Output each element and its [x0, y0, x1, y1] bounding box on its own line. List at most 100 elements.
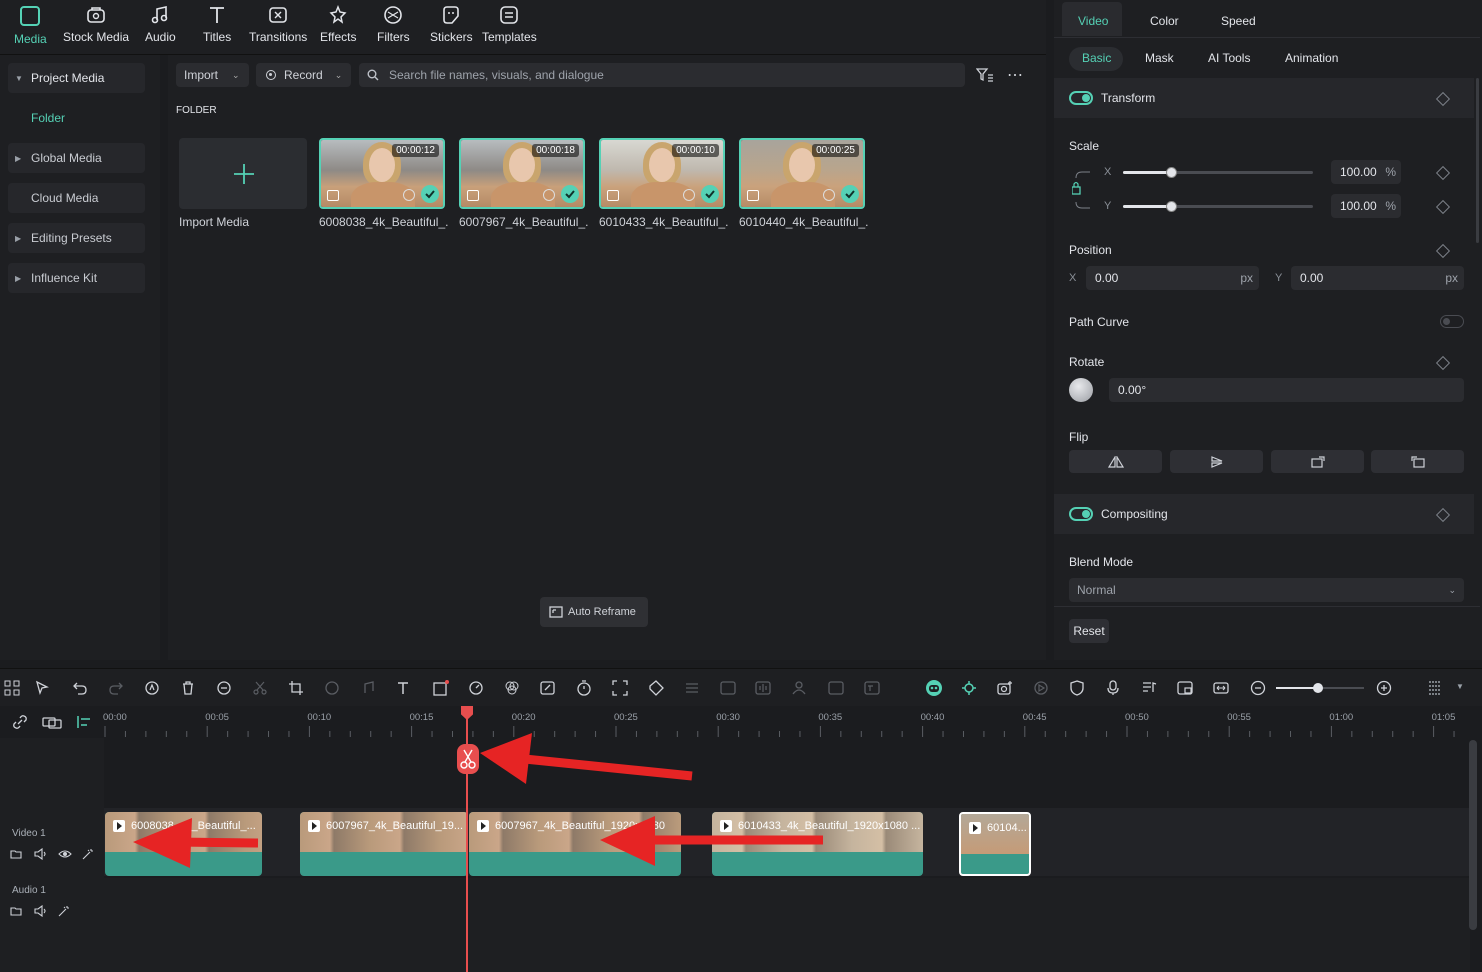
timeline-clip[interactable]: 6010433_4k_Beautiful_1920x1080 ...: [712, 812, 923, 876]
keyframe-diamond-icon[interactable]: [1435, 355, 1451, 371]
playhead-split-button[interactable]: [457, 744, 479, 774]
record-frame-icon[interactable]: [433, 680, 449, 696]
flip-vertical-button[interactable]: [1170, 450, 1263, 473]
filter-sort-icon[interactable]: [976, 67, 994, 83]
color-wheel-icon[interactable]: [504, 680, 520, 696]
ai-cut-icon[interactable]: [216, 680, 232, 696]
keyframe-diamond-icon[interactable]: [1435, 91, 1451, 107]
blend-mode-select[interactable]: Normal ⌄: [1069, 578, 1464, 602]
rotate-right-button[interactable]: [1271, 450, 1364, 473]
keyframe-tag-icon[interactable]: [648, 680, 664, 696]
tab-audio[interactable]: Audio: [145, 4, 176, 50]
focus-frame-icon[interactable]: [612, 680, 628, 696]
sidebar-item-folder[interactable]: Folder: [31, 111, 65, 125]
flip-horizontal-button[interactable]: [1069, 450, 1162, 473]
shield-icon[interactable]: [1069, 680, 1085, 696]
import-button[interactable]: Import ⌄: [176, 63, 249, 87]
speed-icon[interactable]: [468, 680, 484, 696]
tab-filters[interactable]: Filters: [377, 4, 410, 50]
media-thumbnail[interactable]: 00:00:25: [739, 138, 865, 209]
tab-stock-media[interactable]: Stock Media: [63, 4, 129, 50]
reset-button[interactable]: Reset: [1069, 619, 1109, 643]
sidebar-item-influence-kit[interactable]: ▶ Influence Kit: [8, 263, 145, 293]
tab-media[interactable]: Media: [14, 4, 47, 50]
keyframe-diamond-icon[interactable]: [1435, 243, 1451, 259]
fit-width-icon[interactable]: [1213, 680, 1229, 696]
transform-section-header[interactable]: Transform: [1054, 78, 1474, 118]
scale-x-knob[interactable]: [1165, 167, 1177, 178]
compositing-section-header[interactable]: Compositing: [1054, 494, 1474, 534]
ai-assistant-icon[interactable]: [925, 679, 943, 697]
ai-effects-icon[interactable]: [961, 680, 977, 696]
select-pointer-icon[interactable]: [35, 680, 51, 696]
ai-text-icon[interactable]: [720, 680, 736, 696]
view-options-icon[interactable]: [1428, 680, 1442, 696]
tab-color[interactable]: Color: [1150, 14, 1179, 28]
delete-trash-icon[interactable]: [180, 680, 196, 696]
timer-icon[interactable]: [576, 680, 592, 696]
magic-wand-icon[interactable]: [82, 848, 94, 860]
subtab-ai-tools[interactable]: AI Tools: [1208, 51, 1250, 65]
add-camera-icon[interactable]: [997, 680, 1013, 696]
keyframe-diamond-icon[interactable]: [1435, 507, 1451, 523]
music-list-icon[interactable]: [1141, 680, 1157, 696]
ai-edit-icon[interactable]: [540, 680, 556, 696]
timeline-ruler[interactable]: 00:00 00:05 00:10 00:15 00:20 00:25 00:30 00:35…: [0, 706, 1482, 738]
audio-wave-icon[interactable]: [755, 680, 771, 696]
tab-speed[interactable]: Speed: [1221, 14, 1256, 28]
adjust-sliders-icon[interactable]: [684, 680, 700, 696]
layout-grid-icon[interactable]: [4, 680, 20, 696]
tab-transitions[interactable]: Transitions: [249, 4, 307, 50]
scale-y-slider[interactable]: [1123, 201, 1313, 212]
media-thumbnail[interactable]: 00:00:10: [599, 138, 725, 209]
redo-icon[interactable]: [108, 680, 124, 696]
subtab-animation[interactable]: Animation: [1285, 51, 1338, 65]
media-thumbnail[interactable]: 00:00:12: [319, 138, 445, 209]
keyframe-diamond-icon[interactable]: [1435, 199, 1451, 215]
record-button[interactable]: Record ⌄: [256, 63, 351, 87]
sidebar-item-project-media[interactable]: ▼ Project Media: [8, 63, 145, 93]
panel-scrollbar[interactable]: [1476, 78, 1479, 243]
transform-toggle[interactable]: [1069, 91, 1093, 105]
translate-icon[interactable]: [864, 680, 880, 696]
sidebar-item-global-media[interactable]: ▶ Global Media: [8, 143, 145, 173]
motion-track-icon[interactable]: [791, 680, 807, 696]
scale-x-field[interactable]: 100.00 %: [1331, 160, 1401, 184]
timeline-clip[interactable]: 6007967_4k_Beautiful_1920x1080: [469, 812, 681, 876]
keyframe-diamond-icon[interactable]: [1435, 165, 1451, 181]
caret-down-icon[interactable]: ▼: [1456, 682, 1464, 691]
rotate-left-button[interactable]: [1371, 450, 1464, 473]
speaker-icon[interactable]: [34, 848, 48, 860]
color-match-icon[interactable]: [324, 680, 340, 696]
zoom-slider[interactable]: [1276, 683, 1364, 693]
tab-effects[interactable]: Effects: [320, 4, 356, 50]
search-input[interactable]: Search file names, visuals, and dialogue: [359, 63, 965, 87]
audio-track-lane[interactable]: [104, 878, 1470, 972]
undo-icon[interactable]: [72, 680, 88, 696]
tab-titles[interactable]: Titles: [203, 4, 231, 50]
crop-icon[interactable]: [288, 680, 304, 696]
auto-reframe-button[interactable]: Auto Reframe: [540, 597, 648, 627]
subtab-mask[interactable]: Mask: [1145, 51, 1174, 65]
sidebar-item-cloud-media[interactable]: Cloud Media: [8, 183, 145, 213]
import-media-tile[interactable]: [179, 138, 307, 209]
tab-templates[interactable]: Templates: [482, 4, 537, 50]
add-text-icon[interactable]: [396, 680, 412, 696]
more-options-icon[interactable]: ⋯: [1007, 65, 1024, 85]
zoom-out-icon[interactable]: [1250, 680, 1266, 696]
timeline-clip-selected[interactable]: 60104...: [959, 812, 1031, 876]
sidebar-item-editing-presets[interactable]: ▶ Editing Presets: [8, 223, 145, 253]
timeline-clip[interactable]: 6007967_4k_Beautiful_19...: [300, 812, 468, 876]
folder-icon[interactable]: [10, 905, 22, 917]
audio-adjust-icon[interactable]: [360, 680, 376, 696]
timeline-scrollbar[interactable]: [1469, 740, 1477, 930]
rotate-field[interactable]: 0.00°: [1109, 378, 1464, 402]
tab-stickers[interactable]: Stickers: [430, 4, 473, 50]
zoom-in-icon[interactable]: [1376, 680, 1392, 696]
timeline-clip[interactable]: 6008038_4k_Beautiful_...: [105, 812, 262, 876]
microphone-icon[interactable]: [1105, 680, 1121, 696]
scale-y-knob[interactable]: [1165, 201, 1177, 212]
scale-y-field[interactable]: 100.00 %: [1331, 194, 1401, 218]
ai-audio-icon[interactable]: [144, 680, 160, 696]
magic-wand-icon[interactable]: [58, 905, 70, 917]
